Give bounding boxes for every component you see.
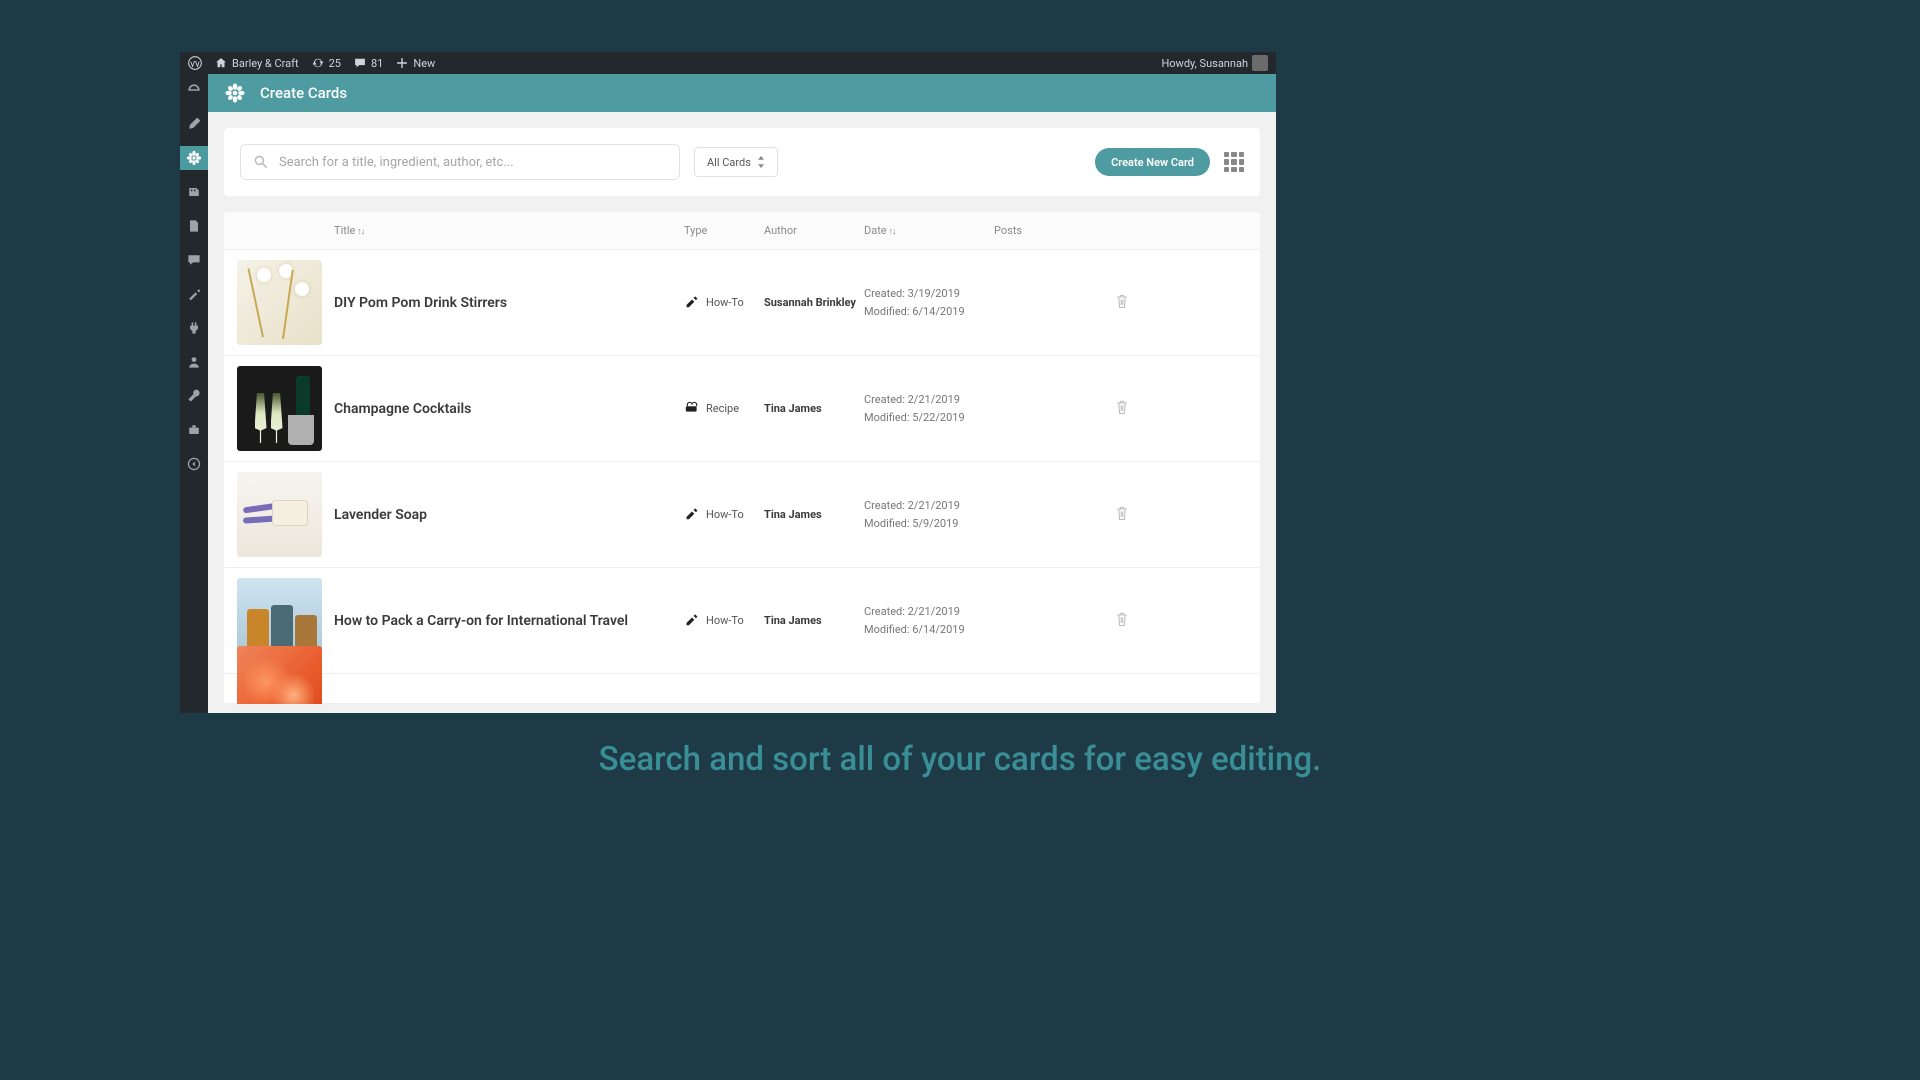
new-link[interactable]: New bbox=[395, 56, 435, 70]
row-author: Tina James bbox=[764, 614, 864, 627]
sidebar-item-pages[interactable] bbox=[180, 214, 208, 238]
updates-link[interactable]: 25 bbox=[311, 56, 341, 70]
comments-count: 81 bbox=[371, 57, 383, 70]
sidebar-item-tools[interactable] bbox=[180, 384, 208, 408]
col-type[interactable]: Type bbox=[684, 224, 764, 237]
search-input[interactable] bbox=[279, 155, 667, 170]
site-link[interactable]: Barley & Craft bbox=[214, 56, 299, 70]
create-card-label: Create New Card bbox=[1111, 156, 1194, 169]
create-card-button[interactable]: Create New Card bbox=[1095, 148, 1210, 176]
filter-label: All Cards bbox=[707, 156, 751, 169]
sidebar-item-posts[interactable] bbox=[180, 112, 208, 136]
row-date: Created: 2/21/2019Modified: 6/14/2019 bbox=[864, 603, 994, 638]
marketing-caption: Search and sort all of your cards for ea… bbox=[0, 740, 1920, 779]
row-date: Created: 2/21/2019Modified: 5/22/2019 bbox=[864, 391, 994, 426]
row-author: Tina James bbox=[764, 508, 864, 521]
col-posts[interactable]: Posts bbox=[994, 224, 1074, 237]
sidebar-item-settings[interactable] bbox=[180, 418, 208, 442]
updates-count: 25 bbox=[329, 57, 341, 70]
row-type: How-To bbox=[684, 612, 764, 629]
table-header: Title↑↓ Type Author Date↑↓ Posts bbox=[224, 212, 1260, 250]
howdy-link[interactable]: Howdy, Susannah bbox=[1161, 55, 1268, 71]
row-thumbnail bbox=[224, 366, 334, 451]
row-title: How to Pack a Carry-on for International… bbox=[334, 613, 684, 629]
row-thumbnail bbox=[224, 472, 334, 557]
row-title: Lavender Soap bbox=[334, 507, 684, 523]
type-icon bbox=[684, 400, 700, 417]
type-icon bbox=[684, 294, 700, 311]
new-label: New bbox=[413, 57, 435, 70]
row-title: DIY Pom Pom Drink Stirrers bbox=[334, 295, 684, 311]
row-title: Champagne Cocktails bbox=[334, 401, 684, 417]
row-date: Created: 3/19/2019Modified: 6/14/2019 bbox=[864, 285, 994, 320]
trash-icon bbox=[1114, 610, 1130, 628]
toolbar-panel: All Cards Create New Card bbox=[224, 128, 1260, 196]
type-icon bbox=[684, 612, 700, 629]
trash-icon bbox=[1114, 398, 1130, 416]
col-date[interactable]: Date↑↓ bbox=[864, 224, 994, 237]
delete-button[interactable] bbox=[1114, 398, 1130, 420]
table-row[interactable]: Lavender SoapHow-ToTina JamesCreated: 2/… bbox=[224, 462, 1260, 568]
flower-icon bbox=[224, 82, 246, 104]
search-icon bbox=[253, 154, 269, 170]
row-thumbnail bbox=[224, 646, 334, 704]
comments-link[interactable]: 81 bbox=[353, 56, 383, 70]
delete-button[interactable] bbox=[1114, 292, 1130, 314]
sort-arrows-icon: ↑↓ bbox=[889, 226, 896, 237]
table-row[interactable]: DIY Pom Pom Drink StirrersHow-ToSusannah… bbox=[224, 250, 1260, 356]
sidebar-item-comments[interactable] bbox=[180, 248, 208, 272]
sidebar-item-dashboard[interactable] bbox=[180, 78, 208, 102]
filter-select[interactable]: All Cards bbox=[694, 147, 778, 177]
table-row[interactable]: How to Pack a Carry-on for International… bbox=[224, 568, 1260, 674]
trash-icon bbox=[1114, 292, 1130, 310]
sidebar-item-plugins[interactable] bbox=[180, 316, 208, 340]
col-author[interactable]: Author bbox=[764, 224, 864, 237]
table-row[interactable]: Champagne CocktailsRecipeTina JamesCreat… bbox=[224, 356, 1260, 462]
cards-table: Title↑↓ Type Author Date↑↓ Posts DIY Pom… bbox=[224, 212, 1260, 704]
page-header: Create Cards bbox=[208, 74, 1276, 112]
wp-logo[interactable] bbox=[188, 56, 202, 70]
sidebar-item-media[interactable] bbox=[180, 180, 208, 204]
row-type: How-To bbox=[684, 294, 764, 311]
trash-icon bbox=[1114, 504, 1130, 522]
wp-admin-bar: Barley & Craft 25 81 New Howdy, Susannah bbox=[180, 52, 1276, 74]
row-type: How-To bbox=[684, 506, 764, 523]
page-title: Create Cards bbox=[260, 84, 347, 102]
sidebar-item-create[interactable] bbox=[180, 146, 208, 170]
delete-button[interactable] bbox=[1114, 504, 1130, 526]
site-name: Barley & Craft bbox=[232, 57, 299, 70]
user-avatar-icon bbox=[1252, 55, 1268, 71]
sort-icon bbox=[757, 156, 765, 168]
grid-view-button[interactable] bbox=[1224, 152, 1244, 172]
row-date: Created: 2/21/2019Modified: 5/9/2019 bbox=[864, 497, 994, 532]
type-icon bbox=[684, 506, 700, 523]
howdy-text: Howdy, Susannah bbox=[1161, 57, 1248, 70]
table-row[interactable] bbox=[224, 674, 1260, 704]
sidebar-item-collapse[interactable] bbox=[180, 452, 208, 476]
col-title[interactable]: Title↑↓ bbox=[334, 224, 684, 237]
delete-button[interactable] bbox=[1114, 610, 1130, 632]
sort-arrows-icon: ↑↓ bbox=[357, 226, 364, 237]
sidebar-item-users[interactable] bbox=[180, 350, 208, 374]
row-thumbnail bbox=[224, 260, 334, 345]
row-author: Susannah Brinkley bbox=[764, 296, 864, 309]
row-author: Tina James bbox=[764, 402, 864, 415]
row-type: Recipe bbox=[684, 400, 764, 417]
search-input-wrap[interactable] bbox=[240, 144, 680, 180]
admin-sidebar bbox=[180, 74, 208, 713]
sidebar-item-appearance[interactable] bbox=[180, 282, 208, 306]
